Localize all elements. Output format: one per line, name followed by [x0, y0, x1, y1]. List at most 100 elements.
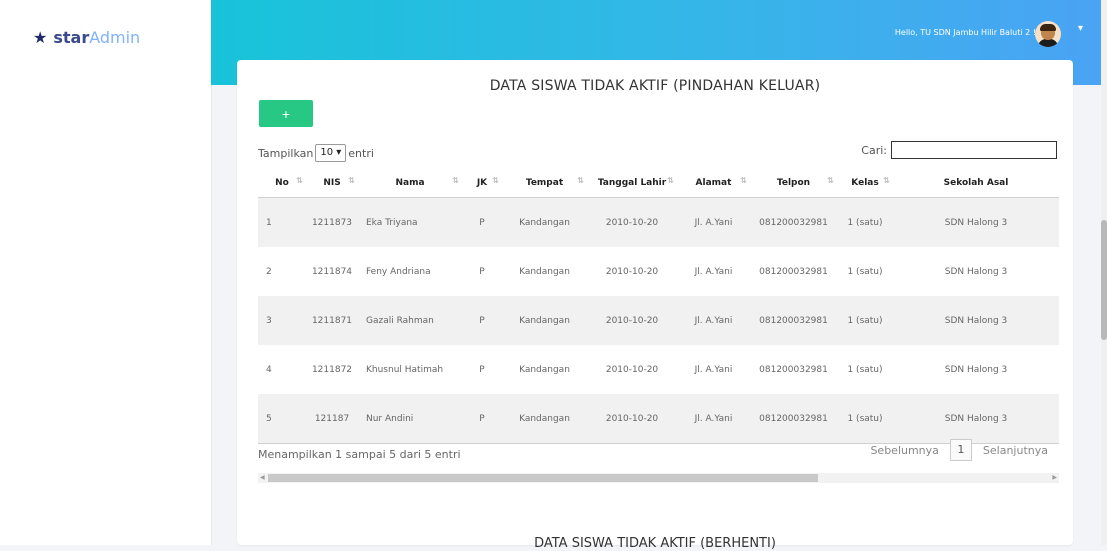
column-header-label: No: [275, 177, 289, 188]
table-cell: Nur Andini: [358, 394, 462, 444]
table-cell: Eka Triyana: [358, 197, 462, 247]
sort-icon: ⇅: [492, 176, 499, 185]
table-cell: Gazali Rahman: [358, 296, 462, 345]
sort-icon: ⇅: [740, 176, 747, 185]
table-cell: SDN Halong 3: [893, 394, 1059, 444]
table-cell: SDN Halong 3: [944, 266, 1008, 277]
length-suffix: entri: [348, 146, 374, 160]
table-cell: SDN Halong 3: [893, 296, 1059, 345]
table-cell: 4: [266, 364, 272, 375]
column-header-label: Tempat: [525, 177, 564, 188]
table-cell: 1211874: [311, 266, 353, 277]
column-header-label: Sekolah Asal: [943, 177, 1009, 188]
length-prefix: Tampilkan: [258, 146, 314, 160]
column-header[interactable]: Tanggal Lahir ⇅: [587, 168, 677, 198]
table-row: 4 1211872 Khusnul Hatimah P Kandangan 20…: [258, 345, 1059, 394]
column-header-label: NIS: [323, 177, 341, 188]
table-cell: 2: [266, 266, 272, 277]
avatar[interactable]: [1035, 21, 1061, 47]
table-cell: Jl. A.Yani: [694, 364, 733, 375]
table-cell: 2010-10-20: [587, 197, 677, 247]
column-header[interactable]: Tempat ⇅: [502, 168, 587, 198]
sidebar: ★ starAdmin: [0, 0, 212, 545]
table-cell: 081200032981: [750, 197, 837, 247]
table-cell: 1 (satu): [847, 266, 883, 277]
search-input[interactable]: [891, 141, 1057, 159]
entries-select[interactable]: 10 ▾: [315, 144, 347, 162]
table-cell: 2010-10-20: [605, 266, 659, 277]
horizontal-scrollbar[interactable]: ◀ ▶: [258, 473, 1059, 483]
table-cell: SDN Halong 3: [944, 364, 1008, 375]
entries-length-control: Tampilkan 10 ▾ entri: [258, 144, 374, 162]
column-header[interactable]: Sekolah Asal: [893, 168, 1059, 198]
sort-icon: ⇅: [452, 176, 459, 185]
column-header[interactable]: NIS ⇅: [306, 168, 358, 198]
star-icon: ★: [33, 28, 48, 47]
column-header-label: Tanggal Lahir: [597, 177, 667, 188]
table-row: 5 121187 Nur Andini P Kandangan 2010-10-…: [258, 394, 1059, 444]
brand-name-bold: star: [53, 28, 90, 47]
horizontal-scrollbar-thumb[interactable]: [268, 474, 818, 482]
table-cell: Kandangan: [502, 197, 587, 247]
table-cell: 081200032981: [750, 296, 837, 345]
sort-icon: ⇅: [348, 176, 355, 185]
table-cell: 081200032981: [759, 364, 828, 375]
table-cell: 081200032981: [759, 266, 828, 277]
table-cell: P: [479, 266, 485, 277]
sort-icon: ⇅: [827, 176, 834, 185]
table-cell: P: [479, 364, 485, 375]
avatar-hair: [1040, 24, 1056, 31]
section-title-berhenti: DATA SISWA TIDAK AKTIF (BERHENTI): [534, 536, 776, 551]
brand-name: starAdmin: [53, 28, 140, 47]
table-cell: Kandangan: [502, 394, 587, 444]
add-button[interactable]: +: [259, 100, 313, 127]
sort-icon: ⇅: [296, 176, 303, 185]
column-header[interactable]: Kelas ⇅: [837, 168, 893, 198]
table-cell: 121187: [306, 394, 358, 444]
column-header-label: JK: [476, 177, 488, 188]
table-cell: 1: [258, 197, 306, 247]
content-card: DATA SISWA TIDAK AKTIF (PINDAHAN KELUAR)…: [237, 60, 1073, 551]
table-cell: 1211871: [306, 296, 358, 345]
table-cell: SDN Halong 3: [893, 197, 1059, 247]
table-cell: Jl. A.Yani: [677, 394, 750, 444]
pagination-next-button[interactable]: Selanjutnya: [983, 444, 1048, 457]
chevron-down-icon[interactable]: ▾: [1078, 23, 1083, 34]
table-row: 3 1211871 Gazali Rahman P Kandangan 2010…: [258, 296, 1059, 345]
brand-logo[interactable]: ★ starAdmin: [33, 28, 140, 47]
table-row: 2 1211874 Feny Andriana P Kandangan 2010…: [258, 247, 1059, 296]
column-header[interactable]: JK ⇅: [462, 168, 502, 198]
column-header-label: Nama: [395, 177, 425, 188]
pagination-prev-button[interactable]: Sebelumnya: [870, 444, 938, 457]
column-header[interactable]: Nama ⇅: [358, 168, 462, 198]
table-cell: 1 (satu): [837, 296, 893, 345]
page-scrollbar[interactable]: [1101, 0, 1107, 545]
table-cell: 1 (satu): [837, 197, 893, 247]
search-label: Cari:: [861, 143, 887, 157]
column-header-label: Alamat: [695, 177, 732, 188]
table-cell: P: [462, 394, 502, 444]
pagination: Sebelumnya 1 Selanjutnya: [870, 439, 1048, 461]
column-header[interactable]: No ⇅: [258, 168, 306, 198]
table-info: Menampilkan 1 sampai 5 dari 5 entri: [258, 448, 461, 461]
column-header-label: Kelas: [851, 177, 879, 188]
table-header-row: No ⇅ NIS ⇅ Nama ⇅ JK ⇅ Tempat ⇅ Tanggal Lahir…: [258, 168, 1059, 198]
table-cell: 5: [258, 394, 306, 444]
students-table: No ⇅ NIS ⇅ Nama ⇅ JK ⇅ Tempat ⇅ Tanggal Lahir…: [258, 168, 1059, 444]
table-row: 1 1211873 Eka Triyana P Kandangan 2010-1…: [258, 197, 1059, 247]
table-cell: 1211872: [311, 364, 353, 375]
table-cell: 1 (satu): [847, 364, 883, 375]
scroll-right-icon[interactable]: ▶: [1052, 473, 1057, 483]
scroll-left-icon[interactable]: ◀: [260, 473, 265, 483]
column-header[interactable]: Alamat ⇅: [677, 168, 750, 198]
page-scrollbar-thumb[interactable]: [1101, 220, 1107, 340]
table-cell: Jl. A.Yani: [694, 266, 733, 277]
table-cell: P: [462, 197, 502, 247]
table-cell: 2010-10-20: [587, 394, 677, 444]
table-cell: Kandangan: [519, 364, 570, 375]
avatar-body: [1038, 39, 1058, 47]
table-cell: Feny Andriana: [366, 266, 431, 277]
pagination-page-button[interactable]: 1: [949, 439, 972, 461]
column-header[interactable]: Telpon ⇅: [750, 168, 837, 198]
page-title: DATA SISWA TIDAK AKTIF (PINDAHAN KELUAR): [489, 78, 821, 94]
